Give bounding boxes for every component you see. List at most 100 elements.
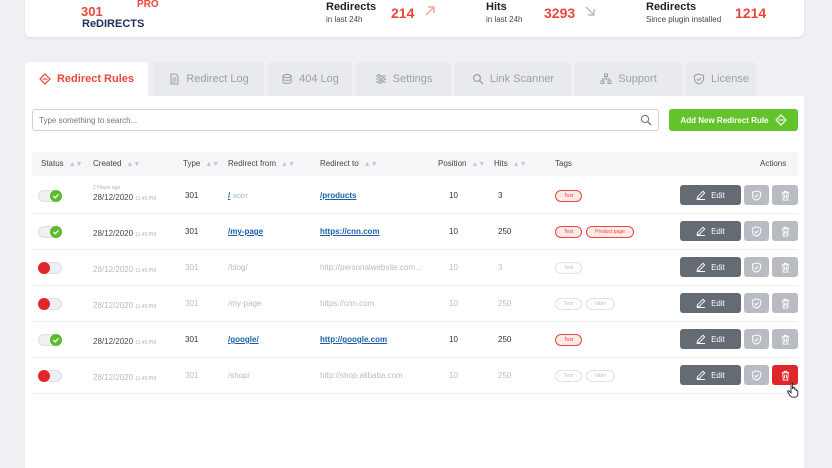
tab-label: Redirect Rules [56, 73, 135, 85]
protect-button[interactable] [744, 365, 769, 385]
redirect-type: 301 [185, 227, 199, 236]
tab-redirect-log[interactable]: Redirect Log [153, 62, 264, 96]
toggle-knob [38, 298, 50, 310]
edit-button[interactable]: Edit [680, 257, 741, 277]
protect-button[interactable] [744, 293, 769, 313]
status-toggle[interactable] [38, 298, 62, 310]
stat-value: 3293 [544, 5, 576, 21]
col-position[interactable]: Position ▲▼ [438, 159, 485, 168]
redirect-type: 301 [185, 191, 199, 200]
hand-cursor-icon [787, 382, 799, 398]
tab-404-log[interactable]: 404 Log [268, 62, 352, 96]
redirect-from[interactable]: / ROOT [228, 191, 248, 200]
delete-button[interactable] [772, 257, 798, 277]
trash-icon [781, 190, 789, 201]
tab-settings[interactable]: Settings [356, 62, 451, 96]
trash-icon [781, 298, 789, 309]
tab-label: Support [618, 73, 657, 85]
edit-button[interactable]: Edit [680, 329, 741, 349]
redirect-from[interactable]: /my-page [228, 227, 263, 236]
redirect-from[interactable]: /my-page [228, 299, 261, 308]
created-time: 11:45 PM [135, 376, 157, 382]
col-tags: Tags [555, 159, 572, 168]
status-toggle[interactable] [38, 334, 62, 346]
tags: Test [555, 190, 586, 202]
arrow-down-right-icon [585, 6, 595, 16]
redirect-to-link[interactable]: http://personalwebsite.com... [320, 263, 422, 272]
col-status[interactable]: Status ▲▼ [41, 159, 83, 168]
position: 10 [449, 263, 458, 272]
redirect-from[interactable]: /blog/ [228, 263, 248, 272]
tab-redirect-rules[interactable]: Redirect Rules [25, 62, 148, 96]
tags: Test Product page [555, 226, 638, 238]
edit-button[interactable]: Edit [680, 221, 741, 241]
col-actions: Actions [760, 159, 787, 168]
search-input[interactable] [33, 110, 623, 131]
tab-support[interactable]: Support [575, 62, 682, 96]
redirect-to-link[interactable]: /products [320, 191, 356, 200]
edit-button[interactable]: Edit [680, 365, 741, 385]
protect-button[interactable] [744, 329, 769, 349]
redirect-to-link[interactable]: https://cnn.com [320, 299, 374, 308]
created-time: 11:45 PM [135, 268, 157, 274]
delete-button[interactable] [772, 329, 798, 349]
edit-label: Edit [711, 226, 725, 236]
stat-label: Redirects [326, 1, 377, 13]
hits: 250 [498, 371, 512, 380]
redirect-from[interactable]: /shop/ [228, 371, 250, 380]
col-redirect-to[interactable]: Redirect to ▲▼ [320, 159, 378, 168]
tag: label [586, 370, 615, 382]
search-icon[interactable] [640, 114, 652, 126]
tab-label: 404 Log [299, 73, 339, 85]
protect-button[interactable] [744, 185, 769, 205]
stat-label: Redirects [646, 1, 697, 13]
shield-check-icon [693, 73, 705, 85]
tab-link-scanner[interactable]: Link Scanner [455, 62, 571, 96]
search-box [32, 109, 659, 131]
add-redirect-rule-button[interactable]: Add New Redirect Rule [669, 109, 798, 131]
redirect-to-link[interactable]: http://shop.alibaba.com [320, 371, 403, 380]
status-toggle[interactable] [38, 370, 62, 382]
hits: 3 [498, 191, 503, 200]
tag: Product page [586, 226, 634, 238]
created-time: 11:45 PM [135, 304, 157, 310]
redirect-to-link[interactable]: https://cnn.com [320, 227, 380, 236]
shield-check-icon [751, 225, 762, 237]
stat-sub: in last 24h [486, 15, 523, 24]
table-row: 28/12/2020 11:45 PM 301 /shop/ http://sh… [32, 358, 798, 394]
edit-label: Edit [711, 262, 725, 272]
status-toggle[interactable] [38, 226, 62, 238]
col-type[interactable]: Type ▲▼ [183, 159, 219, 168]
tag: Test [555, 370, 583, 382]
created-date: 28/12/2020 11:45 PM [93, 373, 157, 382]
edit-button[interactable]: Edit [680, 293, 741, 313]
position: 10 [449, 191, 458, 200]
tag: Test [555, 298, 583, 310]
redirect-from[interactable]: /google/ [228, 335, 259, 344]
created-time: 11:45 PM [135, 232, 157, 238]
status-toggle[interactable] [38, 262, 62, 274]
col-created[interactable]: Created ▲▼ [93, 159, 140, 168]
hits: 250 [498, 299, 512, 308]
col-redirect-from[interactable]: Redirect from ▲▼ [228, 159, 295, 168]
tag: Test [555, 262, 583, 274]
toggle-knob [38, 370, 50, 382]
toggle-knob [50, 226, 62, 238]
sliders-icon [375, 74, 386, 84]
delete-button[interactable] [772, 221, 798, 241]
delete-button[interactable] [772, 185, 798, 205]
protect-button[interactable] [744, 221, 769, 241]
redirect-to-link[interactable]: http://google.com [320, 335, 387, 344]
hits: 250 [498, 227, 512, 236]
tag: label [586, 298, 615, 310]
edit-button[interactable]: Edit [680, 185, 741, 205]
col-hits[interactable]: Hits ▲▼ [494, 159, 527, 168]
status-toggle[interactable] [38, 190, 62, 202]
tab-license[interactable]: License [686, 62, 756, 96]
trash-icon [781, 226, 789, 237]
tags: Test [555, 262, 586, 274]
tag: Test [555, 190, 583, 202]
protect-button[interactable] [744, 257, 769, 277]
redirect-type: 301 [185, 371, 199, 380]
delete-button[interactable] [772, 293, 798, 313]
